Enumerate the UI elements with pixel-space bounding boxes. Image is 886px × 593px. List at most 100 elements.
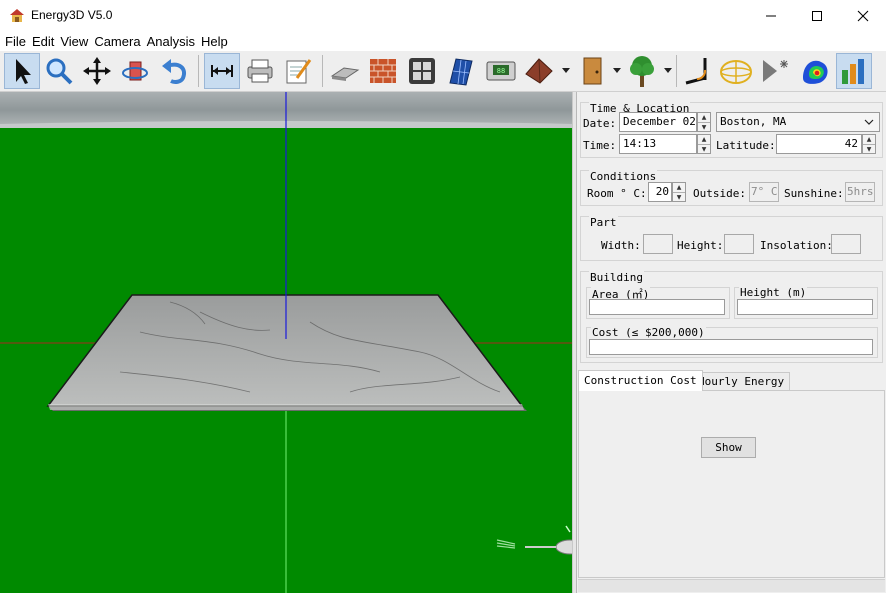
tree-dropdown-arrow[interactable] xyxy=(664,68,672,73)
foundation-icon xyxy=(330,67,360,81)
room-temp-spinner[interactable]: ▲ ▼ xyxy=(672,182,686,202)
move-button[interactable] xyxy=(79,53,115,89)
solar-panel-icon xyxy=(449,58,473,86)
building-height-label: Height (m) xyxy=(739,286,808,299)
scene-3d-view[interactable] xyxy=(0,92,572,593)
toolbar-separator xyxy=(322,55,323,87)
zoom-button[interactable] xyxy=(41,53,77,89)
insolation-label: Insolation: xyxy=(760,239,833,252)
properties-panel: Time & Location Date: December 02 ▲ ▼ Bos… xyxy=(576,92,886,593)
sunshine-label: Sunshine: xyxy=(784,187,844,200)
outside-temp-label: Outside: xyxy=(693,187,746,200)
latitude-label: Latitude: xyxy=(716,139,776,152)
sun-light-button[interactable] xyxy=(756,53,792,89)
tree-icon xyxy=(630,56,654,87)
energy-graph-button[interactable] xyxy=(836,53,872,89)
print-button[interactable] xyxy=(242,53,278,89)
menu-analysis[interactable]: Analysis xyxy=(147,34,195,49)
roof-dropdown-arrow[interactable] xyxy=(562,68,570,73)
toolbar-separator xyxy=(198,55,199,87)
maximize-icon xyxy=(812,10,822,21)
cost-subgroup: Cost (≤ $200,000) xyxy=(586,326,878,358)
menu-help[interactable]: Help xyxy=(201,34,228,49)
area-field[interactable] xyxy=(589,299,725,315)
window-button[interactable] xyxy=(404,53,440,89)
tab-hourly-energy[interactable]: Hourly Energy xyxy=(692,372,791,391)
roof-button[interactable] xyxy=(521,53,557,89)
foundation-button[interactable] xyxy=(327,53,363,89)
undo-button[interactable] xyxy=(156,53,192,89)
menu-edit[interactable]: Edit xyxy=(32,34,54,49)
latitude-spinner[interactable]: ▲ ▼ xyxy=(862,134,876,154)
room-temp-field[interactable]: 20 xyxy=(648,182,672,202)
heatmap-button[interactable] xyxy=(798,53,834,89)
time-spinner[interactable]: ▲ ▼ xyxy=(697,134,711,154)
time-location-group: Time & Location Date: December 02 ▲ ▼ Bos… xyxy=(580,102,883,158)
note-icon xyxy=(286,59,312,84)
maximize-button[interactable] xyxy=(794,0,840,31)
tab-construction-cost[interactable]: Construction Cost xyxy=(578,370,703,391)
close-button[interactable] xyxy=(840,0,886,31)
chevron-down-icon xyxy=(864,119,874,125)
foundation-rim xyxy=(48,404,524,410)
city-value: Boston, MA xyxy=(720,115,787,128)
thermostat-icon: 88 xyxy=(486,61,516,81)
time-label: Time: xyxy=(583,139,617,152)
svg-text:88: 88 xyxy=(497,67,505,75)
select-button[interactable] xyxy=(4,53,40,89)
tree-button[interactable] xyxy=(624,53,660,89)
date-field[interactable]: December 02 xyxy=(619,112,697,132)
sun-path-button[interactable] xyxy=(718,53,754,89)
menu-view[interactable]: View xyxy=(60,34,88,49)
minimize-icon xyxy=(766,15,776,16)
wall-icon xyxy=(370,59,396,83)
door-dropdown-arrow[interactable] xyxy=(613,68,621,73)
move-icon xyxy=(83,57,111,85)
part-title: Part xyxy=(589,216,618,229)
rotate-icon xyxy=(122,61,148,81)
building-title: Building xyxy=(589,271,644,284)
rotate-button[interactable] xyxy=(117,53,153,89)
show-button[interactable]: Show xyxy=(701,437,756,458)
foundation-slab[interactable] xyxy=(46,294,524,407)
menu-camera[interactable]: Camera xyxy=(94,34,140,49)
height-value-box xyxy=(724,234,754,254)
cost-label: Cost (≤ $200,000) xyxy=(591,326,706,339)
city-select[interactable]: Boston, MA xyxy=(716,112,880,132)
room-temp-label: Room ° C: xyxy=(587,187,647,200)
note-button[interactable] xyxy=(280,53,316,89)
date-spinner[interactable]: ▲ ▼ xyxy=(697,112,711,132)
area-subgroup: Area (㎡) xyxy=(586,286,730,319)
energy-graph-icon xyxy=(842,59,864,84)
select-arrow-icon xyxy=(16,59,31,84)
wall-button[interactable] xyxy=(365,53,401,89)
outside-temp-field: 7° C xyxy=(749,182,779,202)
time-field[interactable]: 14:13 xyxy=(619,134,697,154)
spin-down-icon: ▼ xyxy=(863,144,875,153)
width-value-box xyxy=(643,234,673,254)
minimize-button[interactable] xyxy=(748,0,794,31)
building-height-field[interactable] xyxy=(737,299,873,315)
spin-up-icon: ▲ xyxy=(701,136,707,143)
scene-canvas[interactable] xyxy=(0,92,572,593)
sun-angle-icon xyxy=(685,58,707,85)
construction-cost-tab-body: Show xyxy=(578,390,885,578)
sunshine-field: 5hrs xyxy=(845,182,875,202)
cost-field[interactable] xyxy=(589,339,873,355)
resize-icon xyxy=(211,65,233,77)
resize-button[interactable] xyxy=(204,53,240,89)
solar-panel-button[interactable] xyxy=(442,53,478,89)
printer-icon xyxy=(247,59,273,83)
thermostat-button[interactable]: 88 xyxy=(483,53,519,89)
sun-angle-button[interactable] xyxy=(680,53,716,89)
door-button[interactable] xyxy=(574,53,610,89)
roof-icon xyxy=(525,58,553,84)
menu-file[interactable]: File xyxy=(5,34,26,49)
sun-light-icon xyxy=(763,60,788,82)
energy3d-logo-icon xyxy=(10,9,24,22)
heatmap-icon xyxy=(803,60,828,84)
spin-up-icon: ▲ xyxy=(676,184,682,191)
latitude-field[interactable]: 42 xyxy=(776,134,862,154)
height-subgroup: Height (m) xyxy=(734,286,878,319)
zoom-icon xyxy=(46,58,73,85)
